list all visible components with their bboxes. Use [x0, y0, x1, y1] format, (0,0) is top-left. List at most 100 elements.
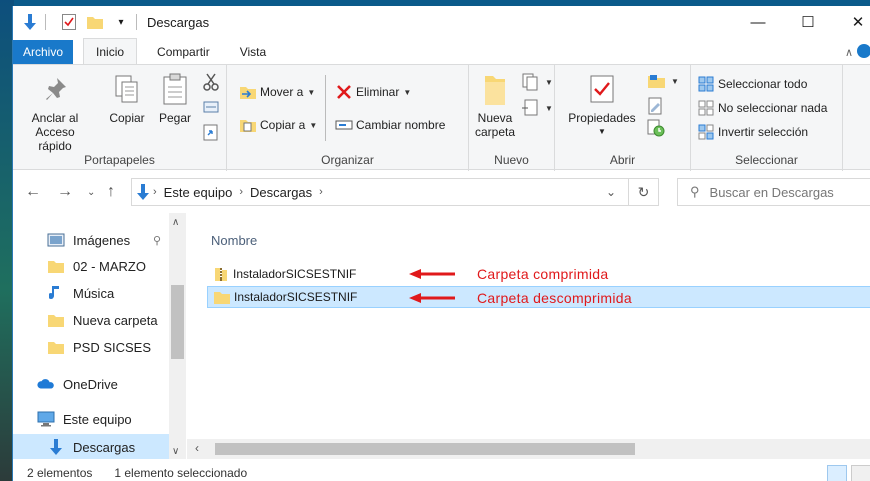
move-to-label: Mover a — [260, 85, 304, 99]
column-header-name[interactable]: Nombre — [211, 233, 257, 248]
new-folder-label-line2: carpeta — [474, 125, 516, 139]
delete-x-icon — [335, 83, 353, 101]
invert-selection-button[interactable]: Invertir selección — [697, 123, 808, 141]
move-to-button[interactable]: Mover a ▼ — [239, 83, 315, 101]
download-arrow-icon[interactable] — [21, 13, 39, 31]
view-buttons — [823, 465, 870, 481]
tab-compartir[interactable]: Compartir — [145, 40, 222, 64]
breadcrumb-este-equipo[interactable]: Este equipo — [164, 185, 233, 200]
copy-to-icon — [239, 116, 257, 134]
back-arrow-icon[interactable]: ← — [25, 183, 41, 201]
maximize-button[interactable]: ☐ — [785, 6, 831, 38]
large-icons-view-icon[interactable] — [851, 465, 870, 481]
group-label-nuevo: Nuevo — [494, 153, 529, 167]
minimize-button[interactable]: — — [735, 6, 781, 38]
edit-icon[interactable] — [647, 97, 663, 115]
nav-item-label: Este equipo — [63, 411, 132, 427]
delete-button[interactable]: Eliminar ▼ — [335, 83, 411, 101]
select-all-button[interactable]: Seleccionar todo — [697, 75, 807, 93]
new-folder-label-line1: Nueva — [477, 111, 513, 125]
ribbon: Anclar al Acceso rápido Copiar Pegar Por… — [13, 64, 870, 171]
refresh-icon[interactable]: ↻ — [628, 179, 658, 205]
horizontal-scrollbar[interactable]: ‹ — [187, 439, 870, 459]
status-item-count: 2 elementos — [27, 466, 93, 480]
breadcrumb-descargas[interactable]: Descargas — [250, 185, 312, 200]
breadcrumb-chevron-icon[interactable]: › — [153, 186, 157, 198]
scroll-down-icon[interactable]: ∨ — [172, 446, 179, 457]
search-placeholder: Buscar en Descargas — [709, 184, 834, 200]
scroll-up-icon[interactable]: ∧ — [172, 217, 179, 228]
onedrive-icon — [37, 376, 55, 392]
nav-item-descargas[interactable]: Descargas — [13, 434, 169, 460]
nav-item-este-equipo[interactable]: Este equipo — [13, 406, 173, 432]
select-none-button[interactable]: No seleccionar nada — [697, 99, 827, 117]
collapse-ribbon-chevron-icon[interactable]: ∧ — [845, 46, 853, 59]
rename-button[interactable]: Cambiar nombre — [335, 116, 445, 134]
pin-quick-access-button[interactable]: Anclar al Acceso rápido — [19, 71, 91, 153]
tab-archivo[interactable]: Archivo — [13, 40, 74, 64]
nav-item-musica[interactable]: Música — [13, 280, 173, 306]
file-list-pane: Nombre InstaladorSICSESTNIF InstaladorSI… — [187, 213, 870, 459]
file-explorer-window: ▾ Descargas — ☐ ✕ Archivo Inicio Compart… — [12, 6, 870, 481]
open-icon[interactable]: ▼ — [647, 73, 679, 89]
forward-arrow-icon[interactable]: → — [57, 183, 73, 201]
title-separator — [45, 14, 46, 30]
zip-folder-icon — [213, 266, 229, 282]
pin-icon[interactable]: ⚲ — [153, 234, 161, 247]
annotation-uncompressed: Carpeta descomprimida — [477, 290, 632, 306]
new-folder-button[interactable]: Nueva carpeta — [473, 71, 517, 139]
folder-icon — [47, 312, 65, 328]
copy-label: Copiar — [109, 111, 145, 125]
nav-item-psd-sicses[interactable]: PSD SICSES — [13, 334, 173, 360]
nav-scrollbar-thumb[interactable] — [171, 285, 184, 359]
nav-item-label: Nueva carpeta — [73, 312, 158, 328]
properties-check-icon[interactable] — [60, 13, 78, 31]
copy-to-button[interactable]: Copiar a ▼ — [239, 116, 317, 134]
group-seleccionar: Seleccionar todo No seleccionar nada Inv… — [691, 65, 843, 171]
details-view-icon[interactable] — [827, 465, 847, 481]
navigation-pane: Imágenes ⚲ 02 - MARZO Música Nueva carpe… — [13, 213, 187, 460]
scroll-left-icon[interactable]: ‹ — [195, 441, 199, 455]
nav-item-imagenes[interactable]: Imágenes ⚲ — [13, 227, 173, 253]
easy-access-icon[interactable]: ▼ — [521, 99, 553, 117]
file-name: InstaladorSICSESTNIF — [234, 290, 358, 304]
tab-vista[interactable]: Vista — [228, 40, 278, 64]
copy-button[interactable]: Copiar — [107, 71, 147, 125]
dropdown-arrow-icon: ▼ — [545, 103, 553, 113]
cut-icon[interactable] — [203, 73, 219, 91]
nav-item-label: Imágenes — [73, 232, 131, 248]
breadcrumb-chevron-icon[interactable]: › — [239, 186, 243, 198]
address-history-chevron-icon[interactable]: ⌄ — [606, 185, 616, 199]
up-arrow-icon[interactable]: ↑ — [107, 183, 115, 201]
history-icon[interactable] — [647, 119, 665, 137]
customize-toolbar-icon[interactable]: ▾ — [112, 13, 130, 31]
properties-button[interactable]: Propiedades ▼ — [563, 71, 641, 139]
delete-label: Eliminar — [356, 85, 400, 99]
new-folder-icon[interactable] — [86, 13, 104, 31]
dropdown-arrow-icon: ▼ — [598, 127, 606, 136]
search-box[interactable]: ⚲ Buscar en Descargas — [677, 178, 870, 206]
title-separator — [136, 14, 137, 30]
nav-item-02-marzo[interactable]: 02 - MARZO — [13, 253, 173, 279]
properties-label: Propiedades — [568, 111, 636, 125]
group-portapapeles: Anclar al Acceso rápido Copiar Pegar Por… — [13, 65, 227, 171]
nav-scrollbar[interactable]: ∧ ∨ — [169, 213, 186, 459]
help-icon[interactable] — [857, 44, 870, 58]
close-button[interactable]: ✕ — [835, 6, 870, 38]
dropdown-arrow-icon: ▼ — [545, 77, 553, 87]
nav-item-onedrive[interactable]: OneDrive — [13, 371, 173, 397]
nav-item-nueva-carpeta[interactable]: Nueva carpeta — [13, 307, 173, 333]
nav-item-label: 02 - MARZO — [73, 258, 146, 274]
group-label-portapapeles: Portapapeles — [84, 153, 155, 167]
address-bar[interactable]: › Este equipo › Descargas › ⌄ ↻ — [131, 178, 659, 206]
new-item-icon[interactable]: ▼ — [521, 73, 553, 91]
copy-path-icon[interactable] — [203, 99, 219, 115]
breadcrumb-chevron-icon[interactable]: › — [319, 186, 323, 198]
recent-locations-chevron-icon[interactable]: ⌄ — [87, 187, 95, 198]
paste-button[interactable]: Pegar — [155, 71, 195, 125]
paste-shortcut-icon[interactable] — [203, 123, 219, 141]
horizontal-scrollbar-thumb[interactable] — [215, 443, 635, 455]
group-abrir: Propiedades ▼ ▼ Abrir — [555, 65, 691, 171]
tab-inicio[interactable]: Inicio — [83, 38, 138, 64]
group-organizar: Mover a ▼ Copiar a ▼ Eliminar ▼ Cambiar nom… — [227, 65, 469, 171]
